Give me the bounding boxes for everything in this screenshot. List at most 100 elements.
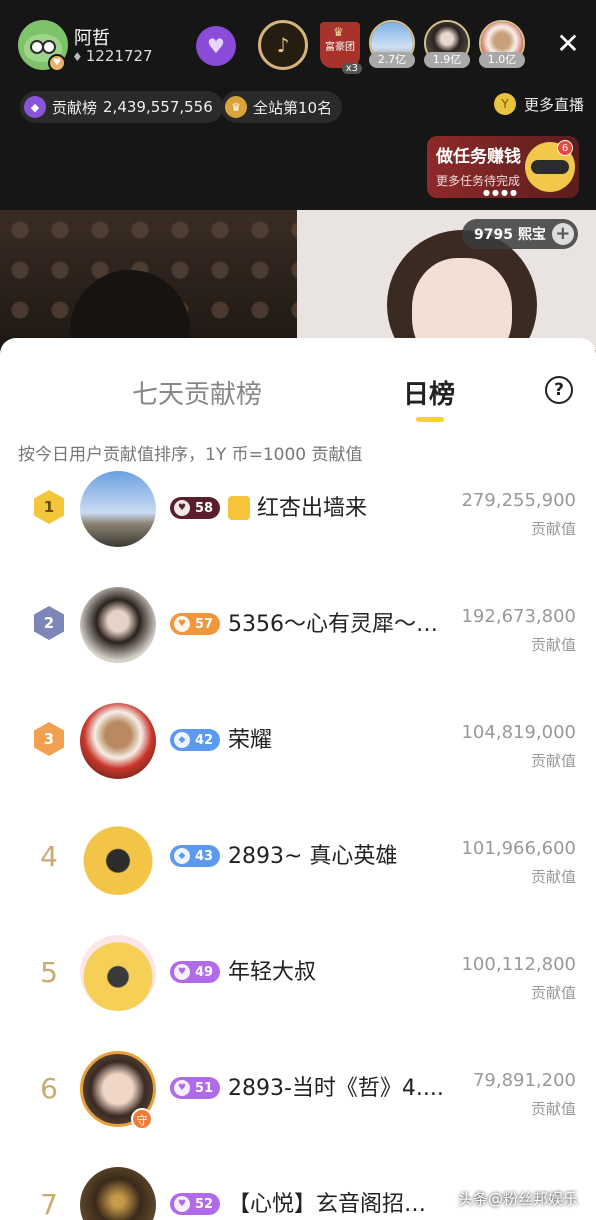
task-card[interactable]: 做任务赚钱 更多任务待完成 6 ●●●● (427, 136, 579, 198)
score-value: 100,112,800 (461, 954, 576, 975)
user-name: 红杏出墙来 (257, 496, 368, 521)
help-icon[interactable]: ? (545, 376, 573, 404)
level-badge: ◆ 42 (170, 729, 221, 751)
ranking-sheet: 七天贡献榜 日榜 ? 按今日用户贡献值排序，1Y 币=1000 贡献值 1 ♥ 5… (0, 338, 596, 1220)
level-value: 57 (195, 616, 214, 632)
user-name: 年轻大叔 (228, 960, 317, 985)
score-label: 贡献值 (530, 1100, 576, 1118)
yy-logo-icon: Y (494, 93, 516, 115)
top-fan-value-2: 1.9亿 (424, 52, 470, 68)
task-card-subtitle: 更多任务待完成 (436, 174, 521, 188)
rank-number: 7 (40, 1188, 58, 1220)
follow-heart-button[interactable]: ♥ (196, 26, 236, 66)
user-name: 2893~ 真心英雄 (228, 844, 398, 869)
fuhao-group-badge[interactable]: ♛ 富豪团 x3 (320, 22, 362, 74)
avatar[interactable] (80, 703, 156, 779)
streamer-face (412, 258, 512, 350)
mic-seat-button[interactable]: ♪ (258, 20, 308, 70)
user-name: 5356～心有灵犀～… (228, 612, 438, 637)
score-value: 104,819,000 (461, 722, 576, 743)
score-label: 贡献值 (530, 636, 576, 654)
close-icon[interactable]: ✕ (552, 28, 584, 60)
video-feed-left[interactable] (0, 210, 297, 350)
level-badge: ♥ 49 (170, 961, 221, 983)
host-id: ♦ 1221727 (72, 47, 153, 65)
site-rank-pill[interactable]: ♛ 全站第10名 (221, 91, 343, 123)
top-fan-value-3: 1.0亿 (479, 52, 525, 68)
score-label: 贡献值 (530, 520, 576, 538)
level-value: 42 (195, 732, 214, 748)
level-value: 52 (195, 1196, 214, 1212)
heart-level-icon: ♥ (174, 964, 190, 980)
user-name: 荣耀 (228, 728, 273, 753)
list-item[interactable]: 2 ♥ 57 5356～心有灵犀～… 192,673,800 贡献值 (0, 587, 596, 668)
frog-eye-right (42, 40, 56, 54)
carousel-dots: ●●●● (483, 188, 519, 197)
list-item[interactable]: 6 守 ♥ 51 2893-当时《哲》4.... 79,891,200 贡献值 (0, 1051, 596, 1132)
rank-number: 5 (40, 956, 58, 989)
avatar[interactable] (80, 471, 156, 547)
medal-icon (228, 496, 250, 520)
level-value: 51 (195, 1080, 214, 1096)
xibao-button[interactable]: 9795 熙宝 + (462, 219, 578, 249)
score-value: 192,673,800 (461, 606, 576, 627)
level-value: 43 (195, 848, 214, 864)
host-heart-badge: ♥ (48, 54, 66, 72)
site-rank-label: 全站第10名 (253, 98, 333, 117)
list-item[interactable]: 3 ◆ 42 荣耀 104,819,000 贡献值 (0, 703, 596, 784)
active-tab-indicator (416, 417, 444, 422)
flame-icon: ♦ (72, 50, 83, 64)
level-badge: ♥ 57 (170, 613, 221, 635)
user-name: 【心悦】玄音阁招… (228, 1192, 427, 1217)
guard-badge: 守 (131, 1108, 153, 1130)
raccoon-avatar[interactable] (80, 819, 156, 895)
contribution-pill[interactable]: ◆ 贡献榜 2,439,557,556 (20, 91, 223, 123)
heart-level-icon: ♥ (174, 1196, 190, 1212)
raccoon-avatar[interactable] (80, 935, 156, 1011)
avatar[interactable] (80, 587, 156, 663)
level-badge: ♥ 58 (170, 497, 221, 519)
list-item[interactable]: 1 ♥ 58 红杏出墙来 279,255,900 贡献值 (0, 471, 596, 552)
level-badge: ♥ 51 (170, 1077, 221, 1099)
score-label: 贡献值 (530, 752, 576, 770)
watermark: 头条@粉丝邦娱乐 (458, 1190, 579, 1208)
crown-icon: ♛ (333, 25, 344, 39)
score-value: 101,966,600 (461, 838, 576, 859)
avatar[interactable] (80, 1167, 156, 1220)
score-label: 贡献值 (530, 984, 576, 1002)
list-item[interactable]: 4 ◆ 43 2893~ 真心英雄 101,966,600 贡献值 (0, 819, 596, 900)
tab-daily[interactable]: 日榜 (403, 374, 455, 411)
host-id-value: 1221727 (85, 47, 153, 65)
xibao-label: 9795 熙宝 (474, 227, 546, 243)
tab-seven-day[interactable]: 七天贡献榜 (132, 374, 262, 411)
rank-number: 6 (40, 1072, 58, 1105)
live-header: ♥ 阿哲 ♦ 1221727 ♥ ♪ ♛ 富豪团 x3 2.7亿 1.9亿 1.0… (0, 0, 596, 210)
more-live-link[interactable]: Y 更多直播 (494, 93, 584, 115)
crown-icon: ♛ (225, 96, 247, 118)
contribution-pill-value: 2,439,557,556 (103, 98, 213, 116)
score-label: 贡献值 (530, 868, 576, 886)
user-name: 2893-当时《哲》4.... (228, 1076, 444, 1101)
score-value: 279,255,900 (461, 490, 576, 511)
diamond-level-icon: ◆ (174, 848, 190, 864)
task-card-title: 做任务赚钱 (436, 147, 521, 167)
level-badge: ♥ 52 (170, 1193, 221, 1215)
rank-number: 4 (40, 840, 58, 873)
diamond-level-icon: ◆ (174, 732, 190, 748)
ranking-description: 按今日用户贡献值排序，1Y 币=1000 贡献值 (18, 445, 363, 465)
rank-badge-silver: 2 (34, 606, 64, 640)
heart-level-icon: ♥ (174, 616, 190, 632)
heart-level-icon: ♥ (174, 1080, 190, 1096)
fuhao-group-label: 富豪团 (325, 42, 355, 53)
task-count-badge: 6 (557, 140, 573, 156)
diamond-icon: ◆ (24, 96, 46, 118)
score-value: 79,891,200 (472, 1070, 576, 1091)
level-badge: ◆ 43 (170, 845, 221, 867)
fuhao-group-multiplier: x3 (341, 63, 362, 74)
mascot-mask (531, 160, 569, 174)
top-fan-value-1: 2.7亿 (369, 52, 415, 68)
plus-icon: + (551, 223, 574, 245)
list-item[interactable]: 5 ♥ 49 年轻大叔 100,112,800 贡献值 (0, 935, 596, 1016)
more-live-label: 更多直播 (524, 95, 585, 114)
heart-level-icon: ♥ (174, 500, 190, 516)
